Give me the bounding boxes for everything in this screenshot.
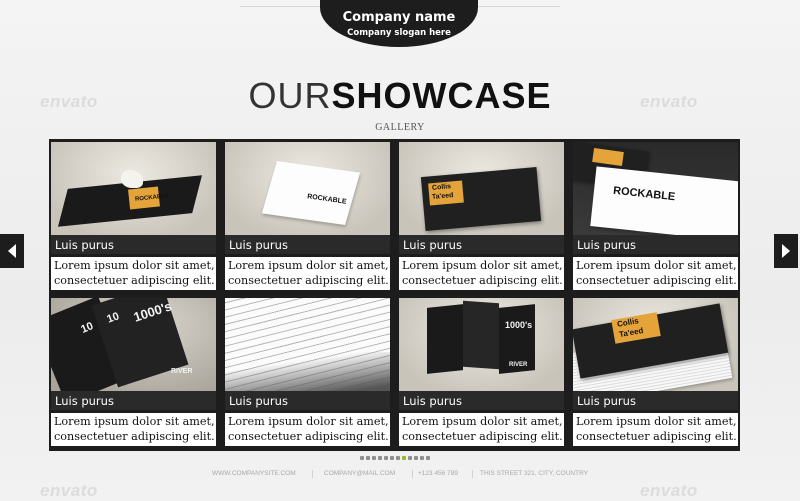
pagination-dot[interactable] — [378, 456, 382, 460]
gallery-item[interactable]: ROCKABLE Luis purus Lorem ipsum dolor si… — [49, 139, 218, 290]
watermark-logo: envato — [40, 481, 98, 500]
item-caption: Luis purus — [225, 235, 390, 254]
item-description: Lorem ipsum dolor sit amet, consectetuer … — [51, 257, 216, 290]
company-name: Company name — [342, 10, 456, 25]
gallery-item[interactable]: 1000's RIVER Luis purus Lorem ipsum dolo… — [397, 295, 566, 446]
pagination-dot[interactable] — [360, 456, 364, 460]
item-caption: Luis purus — [51, 235, 216, 254]
pagination-dot[interactable] — [390, 456, 394, 460]
watermark-logo: envato — [40, 92, 98, 111]
footer-email[interactable]: COMPANY@MAIL.COM — [324, 470, 395, 477]
item-description: Lorem ipsum dolor sit amet, consectetuer … — [399, 413, 564, 446]
pagination-dot[interactable] — [402, 456, 406, 460]
thumbnail-image[interactable]: ROCKABLE — [51, 142, 216, 235]
item-caption: Luis purus — [573, 391, 738, 410]
pagination-dot[interactable] — [372, 456, 376, 460]
next-button[interactable] — [774, 234, 798, 268]
gallery-item[interactable]: Luis purus Lorem ipsum dolor sit amet, co… — [223, 295, 392, 446]
page-title-bold: SHOWCASE — [331, 75, 552, 116]
thumbnail-image[interactable]: Collis Ta'eed — [573, 298, 738, 391]
footer-contact: WWW.COMPANYSITE.COM COMPANY@MAIL.COM +12… — [200, 470, 600, 480]
thumb-brand-text: RIVER — [509, 362, 528, 368]
item-caption: Luis purus — [399, 235, 564, 254]
page-title: OURSHOWCASE — [235, 78, 565, 114]
gallery-item[interactable]: 10 10 1000's RIVER Luis purus Lorem ipsu… — [49, 295, 218, 446]
pagination-dot[interactable] — [426, 456, 430, 460]
thumbnail-image[interactable]: 1000's RIVER — [399, 298, 564, 391]
chevron-left-icon — [8, 244, 16, 258]
page-title-light: OUR — [248, 75, 332, 116]
company-header[interactable]: Company name Company slogan here — [320, 0, 478, 47]
gallery-item[interactable]: Collis Ta'eed Luis purus Lorem ipsum dol… — [397, 139, 566, 290]
item-description: Lorem ipsum dolor sit amet, consectetuer … — [573, 413, 738, 446]
pagination-dot[interactable] — [366, 456, 370, 460]
page-subtitle: GALLERY — [375, 122, 425, 133]
chevron-right-icon — [782, 244, 790, 258]
pagination-dot[interactable] — [420, 456, 424, 460]
footer-divider — [312, 470, 313, 478]
thumbnail-image[interactable]: ROCKABLE — [225, 142, 390, 235]
thumb-brand-text: 1000's — [505, 320, 533, 330]
item-caption: Luis purus — [399, 391, 564, 410]
footer-phone: +123 456 789 — [418, 470, 458, 477]
footer-website[interactable]: WWW.COMPANYSITE.COM — [212, 470, 296, 477]
footer-divider — [412, 470, 413, 478]
previous-button[interactable] — [0, 234, 24, 268]
footer-address: THIS STREET 321, CITY, COUNTRY — [480, 470, 588, 477]
thumbnail-image[interactable]: Collis Ta'eed — [399, 142, 564, 235]
watermark-logo: envato — [640, 92, 698, 111]
item-description: Lorem ipsum dolor sit amet, consectetuer … — [399, 257, 564, 290]
item-caption: Luis purus — [51, 391, 216, 410]
pagination-dot[interactable] — [414, 456, 418, 460]
pagination-dot[interactable] — [384, 456, 388, 460]
pagination-dot[interactable] — [396, 456, 400, 460]
footer-divider — [472, 470, 473, 478]
pagination-dot[interactable] — [408, 456, 412, 460]
item-description: Lorem ipsum dolor sit amet, consectetuer … — [225, 257, 390, 290]
thumbnail-image[interactable]: 10 10 1000's RIVER — [51, 298, 216, 391]
gallery-grid: ROCKABLE Luis purus Lorem ipsum dolor si… — [49, 139, 740, 451]
thumb-brand-text: RIVER — [171, 368, 193, 375]
item-description: Lorem ipsum dolor sit amet, consectetuer … — [573, 257, 738, 290]
item-caption: Luis purus — [225, 391, 390, 410]
gallery-item[interactable]: Collis Ta'eed Luis purus Lorem ipsum dol… — [571, 295, 740, 446]
thumbnail-image[interactable] — [225, 298, 390, 391]
gallery-item[interactable]: ROCKABLE Luis purus Lorem ipsum dolor si… — [223, 139, 392, 290]
item-caption: Luis purus — [573, 235, 738, 254]
company-slogan: Company slogan here — [347, 28, 451, 38]
item-description: Lorem ipsum dolor sit amet, consectetuer … — [51, 413, 216, 446]
gallery-item[interactable]: ROCKABLE Luis purus Lorem ipsum dolor si… — [571, 139, 740, 290]
item-description: Lorem ipsum dolor sit amet, consectetuer … — [225, 413, 390, 446]
thumbnail-image[interactable]: ROCKABLE — [573, 142, 738, 235]
watermark-logo: envato — [640, 481, 698, 500]
